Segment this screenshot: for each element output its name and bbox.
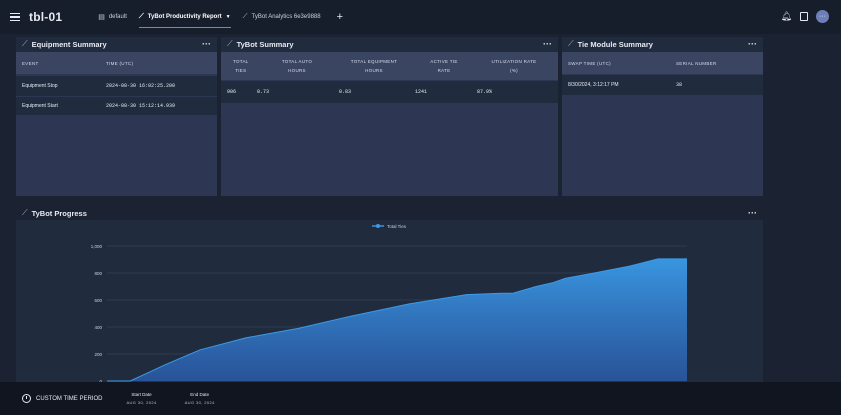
document-icon[interactable] (800, 12, 808, 21)
more-options-icon[interactable]: ··· (748, 39, 757, 49)
column-header-line: (%) (510, 68, 518, 73)
column-header[interactable]: ACTIVE TIE RATE (419, 59, 469, 73)
column-header-line: HOURS (365, 68, 383, 73)
column-header-line: TOTAL AUTO (281, 59, 313, 64)
bell-icon[interactable]: 🔔︎ (781, 11, 792, 22)
column-header[interactable]: UTILIZATION RATE (%) (479, 59, 549, 73)
equipment-summary-panel: ⟋ Equipment Summary ··· EVENT TIME (UTC) … (16, 37, 217, 196)
chart-line-icon: ⟋ (22, 208, 28, 217)
column-header-line: ACTIVE TIE (430, 59, 458, 64)
dashboard-icon: ▤ (98, 14, 105, 21)
table-cell: 0.73 (257, 89, 270, 95)
panel-header: ⟋ Tie Module Summary ··· (562, 37, 763, 51)
table-cell: 87.9% (477, 89, 493, 95)
panel-title: Tie Module Summary (577, 39, 653, 49)
table-cell: 8/30/2024, 3:12:17 PM (568, 82, 619, 88)
column-header-line: TOTAL EQUIPMENT (350, 59, 398, 64)
column-header[interactable]: TOTAL TIES (233, 59, 249, 73)
table-cell: 2024-08-30 15:12:14.939 (106, 103, 176, 109)
table-header: TOTAL TIES TOTAL AUTO HOURS TOTAL EQUIPMEN… (221, 52, 558, 80)
app-title: tbl-01 (29, 10, 63, 24)
column-header[interactable]: TOTAL AUTO HOURS (267, 59, 327, 73)
more-icon[interactable]: ··· (816, 10, 829, 23)
custom-time-period-button[interactable]: CUSTOM TIME PERIOD (22, 394, 102, 403)
start-date-label: Start Date (131, 392, 152, 397)
more-options-icon[interactable]: ··· (202, 39, 211, 49)
top-bar: tbl-01 ▤ default ⟋ TyBot Productivity Re… (0, 0, 841, 34)
table-header: EVENT TIME (UTC) (16, 52, 217, 74)
area-fill (107, 258, 687, 381)
column-header[interactable]: EVENT (22, 61, 39, 66)
tybot-summary-table: TOTAL TIES TOTAL AUTO HOURS TOTAL EQUIPMEN… (221, 52, 558, 196)
column-header-line: RATE (437, 68, 451, 73)
tybot-summary-panel: ⟋ TyBot Summary ··· TOTAL TIES TOTAL AUTO H… (221, 37, 558, 196)
tab-default[interactable]: ▤ default (98, 0, 127, 34)
column-header-line: TIES (235, 68, 247, 73)
table-cell: 1241 (415, 89, 428, 95)
chart-line-icon: ⟋ (568, 39, 574, 48)
custom-time-label: CUSTOM TIME PERIOD (36, 395, 103, 402)
equipment-table: EVENT TIME (UTC) Equipment Stop 2024-08-… (16, 52, 217, 196)
panel-title: TyBot Summary (236, 39, 294, 49)
tybot-progress-chart: 0 200 400 600 800 1,000 Total Ties (16, 220, 763, 384)
panel-header: ⟋ Equipment Summary ··· (16, 37, 217, 51)
table-cell: 0.83 (339, 89, 352, 95)
end-date-label: End Date (190, 392, 210, 397)
more-options-icon[interactable]: ··· (543, 39, 552, 49)
legend-marker (376, 224, 380, 228)
panel-title: TyBot Progress (31, 208, 87, 218)
table-header: SWAP TIME (UTC) SERIAL NUMBER (562, 52, 763, 74)
table-cell: 38 (676, 82, 683, 88)
column-header-line: TOTAL (233, 59, 249, 64)
tie-module-summary-panel: ⟋ Tie Module Summary ··· SWAP TIME (UTC) … (562, 37, 763, 196)
table-row[interactable]: Equipment Start 2024-08-30 15:12:14.939 (16, 97, 217, 115)
chart-line-icon: ⟋ (242, 13, 248, 20)
end-date[interactable]: End Date AUG 30, 2024 (185, 392, 215, 405)
chart-line-icon: ⟋ (227, 39, 233, 48)
column-header-line: UTILIZATION RATE (491, 59, 537, 64)
tab-tybot-productivity-report[interactable]: ⟋ TyBot Productivity Report ▼ (138, 0, 231, 34)
table-row[interactable]: 8/30/2024, 3:12:17 PM 38 (562, 75, 763, 95)
y-tick-label: 200 (94, 352, 102, 357)
add-tab-button[interactable]: + (337, 11, 343, 23)
column-header[interactable]: TOTAL EQUIPMENT HOURS (339, 59, 409, 73)
chevron-down-icon[interactable]: ▼ (226, 14, 231, 20)
table-cell: 2024-08-30 16:02:25.200 (106, 83, 176, 89)
y-tick-label: 400 (94, 325, 102, 330)
table-cell: Equipment Stop (22, 83, 58, 89)
tab-tybot-analytics[interactable]: ⟋ TyBot Analytics 6e3e9888 (243, 0, 321, 34)
clock-icon (22, 394, 31, 403)
menu-icon[interactable] (10, 13, 20, 21)
table-cell: Equipment Start (22, 103, 58, 109)
panel-header: ⟋ TyBot Summary ··· (221, 37, 558, 51)
table-cell: 906 (227, 89, 237, 95)
start-date-value: AUG 30, 2024 (126, 400, 157, 405)
end-date-value: AUG 30, 2024 (184, 400, 215, 405)
column-header-line: HOURS (288, 68, 306, 73)
chart-line-icon: ⟋ (22, 39, 28, 48)
table-row[interactable]: Equipment Stop 2024-08-30 16:02:25.200 (16, 76, 217, 96)
y-tick-label: 800 (94, 271, 102, 276)
column-header[interactable]: TIME (UTC) (106, 61, 133, 66)
tab-label: default (108, 14, 127, 20)
more-options-icon[interactable]: ··· (748, 208, 757, 218)
table-row[interactable]: 906 0.73 0.83 1241 87.9% (221, 81, 558, 103)
chart-line-icon: ⟋ (138, 13, 144, 20)
top-right-actions: 🔔︎ ··· (781, 10, 829, 23)
start-date[interactable]: Start Date AUG 30, 2024 (126, 392, 156, 405)
progress-chart-svg: 02004006008001,000Total Ties (91, 224, 687, 384)
tab-label: TyBot Productivity Report (147, 14, 222, 20)
y-tick-label: 600 (94, 298, 102, 303)
panel-title: Equipment Summary (31, 39, 107, 49)
legend-label: Total Ties (387, 224, 407, 229)
progress-panel-header: ⟋ TyBot Progress ··· (16, 206, 763, 220)
tab-label: TyBot Analytics 6e3e9888 (251, 14, 321, 20)
column-header[interactable]: SERIAL NUMBER (676, 61, 717, 66)
y-tick-label: 1,000 (91, 244, 103, 249)
tie-module-table: SWAP TIME (UTC) SERIAL NUMBER 8/30/2024,… (562, 52, 763, 196)
column-header[interactable]: SWAP TIME (UTC) (568, 61, 611, 66)
footer-bar: CUSTOM TIME PERIOD Start Date AUG 30, 20… (0, 382, 841, 415)
